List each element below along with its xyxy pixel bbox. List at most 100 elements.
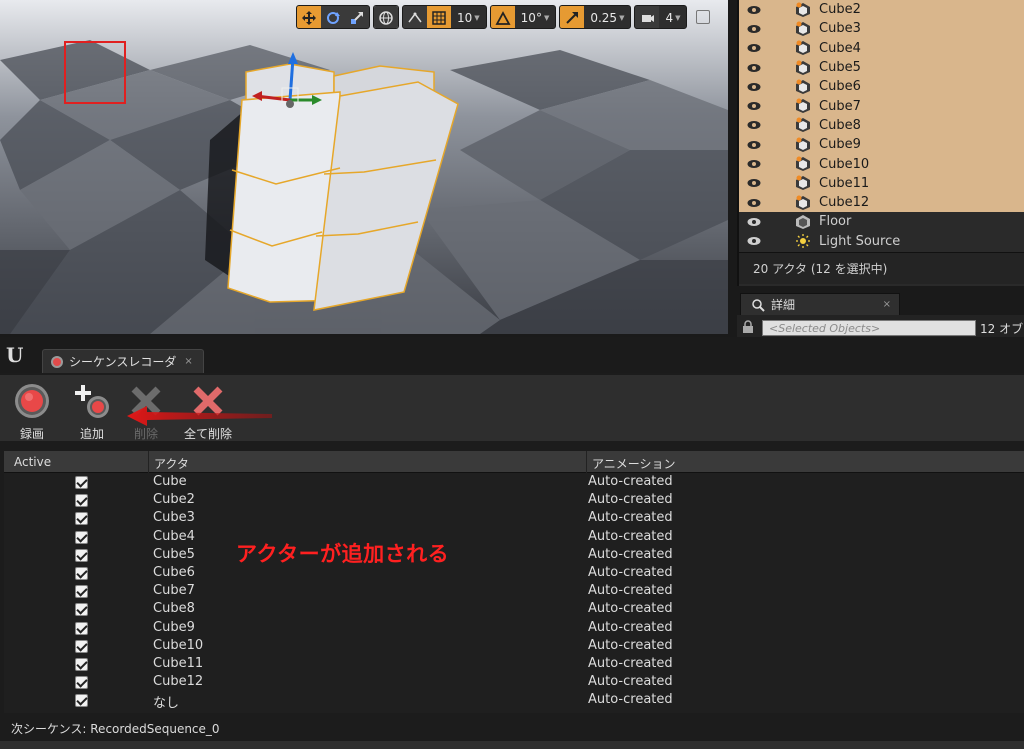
grid-snap-toggle[interactable] — [427, 6, 451, 28]
active-checkbox[interactable] — [75, 603, 88, 617]
details-selection-field[interactable]: <Selected Objects> — [762, 320, 976, 336]
annotation-text: アクターが追加される — [236, 542, 450, 566]
active-checkbox[interactable] — [75, 694, 88, 708]
tab-details[interactable]: 詳細 × — [740, 293, 900, 315]
close-icon[interactable]: × — [883, 299, 891, 310]
close-icon[interactable]: × — [184, 356, 192, 367]
visibility-eye-icon[interactable] — [747, 159, 761, 169]
rotation-snap-dropdown[interactable]: 10° ▼ — [514, 6, 556, 28]
grid-snap-value: 10 — [457, 11, 473, 25]
table-row[interactable]: Cube4 Auto-created — [4, 528, 1024, 546]
visibility-eye-icon[interactable] — [747, 63, 761, 73]
table-row[interactable]: なし Auto-created — [4, 691, 1024, 711]
world-space-button[interactable] — [374, 6, 398, 28]
outliner-row[interactable]: Cube2 — [739, 0, 1024, 20]
animation-cell: Auto-created — [588, 619, 673, 635]
outliner-row[interactable]: Light Source — [739, 232, 1024, 251]
translate-mode-button[interactable] — [297, 6, 321, 28]
add-button[interactable]: 追加 — [64, 381, 120, 442]
table-row[interactable]: Cube5 Auto-created — [4, 546, 1024, 564]
grid-snap-dropdown[interactable]: 10 ▼ — [451, 6, 486, 28]
details-object-count: 12 オブ — [980, 322, 1024, 336]
active-checkbox[interactable] — [75, 476, 88, 489]
animation-cell: Auto-created — [588, 601, 673, 617]
outliner-row[interactable]: Cube11 — [739, 173, 1024, 193]
column-divider[interactable] — [148, 451, 149, 473]
table-row[interactable]: Cube2 Auto-created — [4, 491, 1024, 509]
table-row[interactable]: Cube3 Auto-created — [4, 509, 1024, 527]
active-checkbox[interactable] — [75, 639, 88, 653]
surface-snap-button[interactable] — [403, 6, 427, 28]
active-checkbox[interactable] — [75, 676, 88, 690]
scale-snap-icon — [566, 12, 579, 24]
active-checkbox[interactable] — [75, 566, 88, 580]
visibility-eye-icon[interactable] — [747, 24, 761, 34]
rotate-mode-button[interactable] — [321, 6, 345, 28]
outliner-row[interactable]: Floor — [739, 212, 1024, 231]
scale-mode-button[interactable] — [345, 6, 369, 28]
table-row[interactable]: Cube12 Auto-created — [4, 673, 1024, 691]
table-row[interactable]: Cube7 Auto-created — [4, 582, 1024, 600]
tab-sequence-recorder[interactable]: シーケンスレコーダ × — [42, 349, 204, 373]
column-header-active[interactable]: Active — [14, 455, 51, 469]
column-divider[interactable] — [586, 451, 587, 473]
active-checkbox[interactable] — [75, 621, 88, 635]
visibility-eye-icon[interactable] — [747, 120, 761, 130]
static-mesh-actor-icon — [796, 156, 810, 172]
visibility-eye-icon[interactable] — [747, 236, 761, 246]
table-row[interactable]: Cube6 Auto-created — [4, 564, 1024, 582]
table-row[interactable]: Cube9 Auto-created — [4, 619, 1024, 637]
record-button[interactable]: 録画 — [4, 381, 60, 442]
actor-cell: Cube2 — [153, 492, 195, 508]
coordinate-space-group — [373, 5, 399, 29]
lock-icon[interactable] — [741, 320, 755, 334]
active-checkbox[interactable] — [75, 494, 88, 508]
camera-speed-value: 4 — [665, 11, 674, 25]
column-header-actor[interactable]: アクタ — [154, 455, 189, 472]
visibility-eye-icon[interactable] — [747, 43, 761, 53]
outliner-row[interactable]: Cube10 — [739, 154, 1024, 174]
active-checkbox[interactable] — [75, 530, 88, 544]
column-header-animation[interactable]: アニメーション — [592, 455, 676, 472]
outliner-row[interactable]: Cube3 — [739, 19, 1024, 39]
camera-speed-dropdown[interactable]: 4 ▼ — [659, 6, 687, 28]
visibility-eye-icon[interactable] — [747, 198, 761, 208]
actor-cell: Cube11 — [153, 655, 204, 671]
active-checkbox[interactable] — [75, 585, 88, 599]
scale-snap-group: 0.25 ▼ — [559, 5, 632, 29]
visibility-eye-icon[interactable] — [747, 5, 761, 15]
grid-snap-group: 10 ▼ — [402, 5, 487, 29]
rotation-snap-toggle[interactable] — [490, 6, 515, 28]
active-checkbox[interactable] — [75, 548, 88, 562]
outliner-row[interactable]: Cube9 — [739, 135, 1024, 155]
outliner-row[interactable]: Cube12 — [739, 192, 1024, 213]
outliner-row[interactable]: Cube4 — [739, 38, 1024, 58]
outliner-row[interactable]: Cube5 — [739, 57, 1024, 78]
visibility-eye-icon[interactable] — [747, 217, 761, 227]
unreal-logo-icon: U — [6, 343, 24, 367]
scale-snap-dropdown[interactable]: 0.25 ▼ — [584, 6, 631, 28]
static-mesh-actor-icon — [796, 214, 810, 229]
outliner-item-label: Cube2 — [819, 2, 861, 18]
table-row[interactable]: Cube11 Auto-created — [4, 655, 1024, 673]
scale-snap-toggle[interactable] — [560, 6, 585, 28]
active-checkbox[interactable] — [75, 657, 88, 671]
visibility-eye-icon[interactable] — [747, 140, 761, 150]
visibility-eye-icon[interactable] — [747, 82, 761, 92]
outliner-row[interactable]: Cube6 — [739, 77, 1024, 97]
animation-cell: Auto-created — [588, 510, 673, 526]
recorder-tab-bar: U シーケンスレコーダ × — [0, 337, 1024, 373]
table-row[interactable]: Cube8 Auto-created — [4, 600, 1024, 618]
active-checkbox[interactable] — [75, 512, 88, 526]
camera-speed-button[interactable] — [635, 6, 660, 28]
actor-cell: Cube12 — [153, 674, 204, 690]
table-row[interactable]: Cube10 Auto-created — [4, 637, 1024, 655]
table-row[interactable]: Cube Auto-created — [4, 473, 1024, 491]
visibility-eye-icon[interactable] — [747, 178, 761, 188]
maximize-viewport-button[interactable] — [696, 10, 711, 24]
light-icon — [796, 234, 810, 249]
visibility-eye-icon[interactable] — [747, 101, 761, 111]
add-button-label: 追加 — [79, 427, 104, 441]
outliner-row[interactable]: Cube7 — [739, 96, 1024, 116]
outliner-row[interactable]: Cube8 — [739, 115, 1024, 136]
